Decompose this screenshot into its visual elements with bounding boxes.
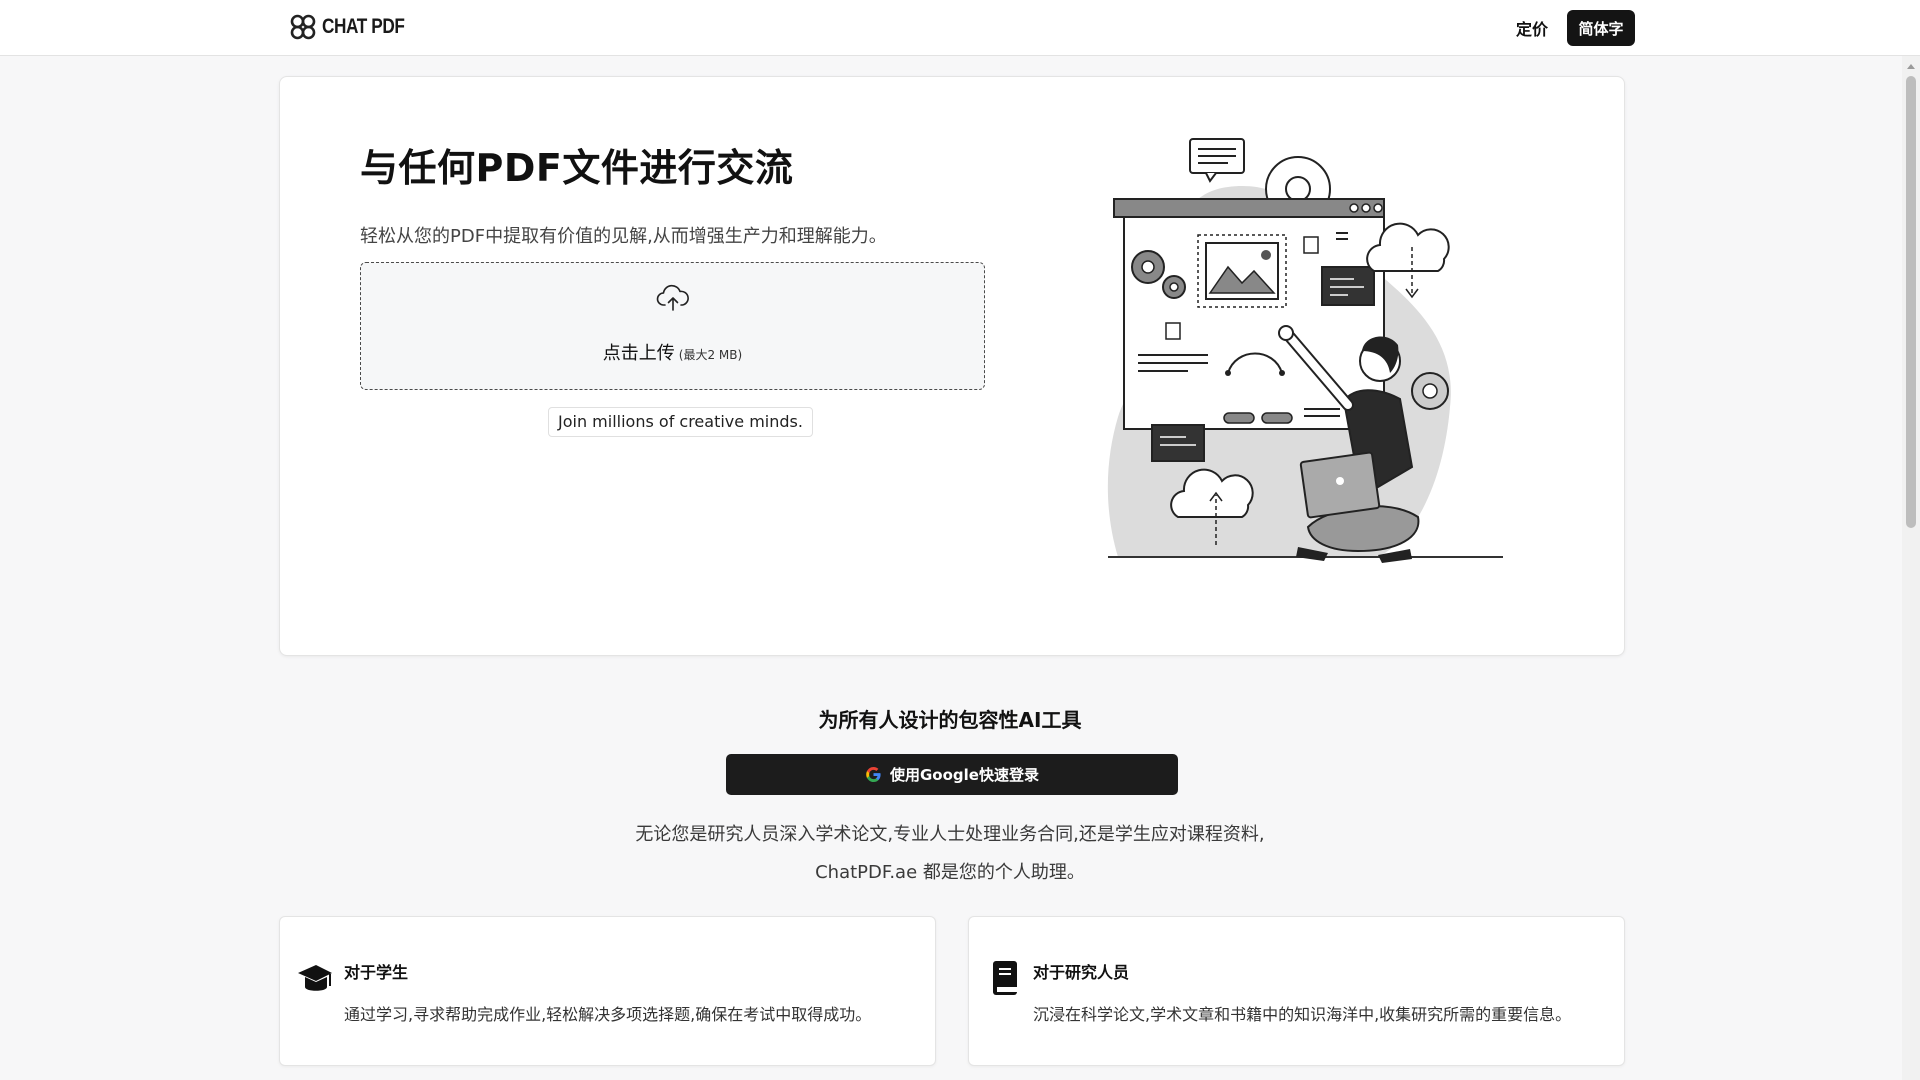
nav-pricing-link[interactable]: 定价 bbox=[1516, 16, 1548, 40]
scroll-up-arrow-icon[interactable] bbox=[1907, 64, 1915, 69]
top-navbar: CHAT PDF 定价 简体字 bbox=[0, 0, 1920, 56]
card-title: 对于研究人员 bbox=[1033, 963, 1130, 982]
language-button[interactable]: 简体字 bbox=[1567, 10, 1635, 46]
upload-label: 点击上传 (最大2 MB) bbox=[361, 339, 984, 365]
section-description-line2: ChatPDF.ae 都是您的个人助理。 bbox=[815, 862, 1085, 883]
section-title: 为所有人设计的包容性AI工具 bbox=[818, 708, 1082, 732]
logo-text: CHAT PDF bbox=[322, 15, 405, 38]
scroll-thumb[interactable] bbox=[1906, 76, 1916, 528]
hero-card: 与任何PDF文件进行交流 轻松从您的PDF中提取有价值的见解,从而增强生产力和理… bbox=[279, 76, 1625, 656]
cloud-upload-icon bbox=[656, 284, 689, 311]
hero-subtitle: 轻松从您的PDF中提取有价值的见解,从而增强生产力和理解能力。 bbox=[360, 226, 887, 247]
card-text: 沉浸在科学论文,学术文章和书籍中的知识海洋中,收集研究所需的重要信息。 bbox=[1033, 1005, 1572, 1024]
book-icon bbox=[993, 961, 1017, 995]
upload-limit-text: (最大2 MB) bbox=[678, 348, 743, 362]
logo[interactable]: CHAT PDF bbox=[290, 14, 423, 40]
section-description-line1: 无论您是研究人员深入学术论文,专业人士处理业务合同,还是学生应对课程资料, bbox=[635, 824, 1265, 845]
feature-card-students: 对于学生 通过学习,寻求帮助完成作业,轻松解决多项选择题,确保在考试中取得成功。 bbox=[279, 916, 936, 1066]
upload-dropzone[interactable]: 点击上传 (最大2 MB) bbox=[360, 262, 985, 390]
hero-title: 与任何PDF文件进行交流 bbox=[360, 146, 794, 190]
page-scrollbar[interactable] bbox=[1902, 56, 1920, 1080]
google-login-label: 使用Google快速登录 bbox=[890, 766, 1039, 784]
graduation-cap-icon bbox=[298, 965, 332, 991]
upload-label-text: 点击上传 bbox=[602, 343, 675, 364]
google-login-button[interactable]: 使用Google快速登录 bbox=[726, 754, 1178, 795]
hero-illustration bbox=[1107, 138, 1503, 563]
card-text: 通过学习,寻求帮助完成作业,轻松解决多项选择题,确保在考试中取得成功。 bbox=[344, 1005, 872, 1024]
card-title: 对于学生 bbox=[344, 963, 409, 982]
feature-card-researchers: 对于研究人员 沉浸在科学论文,学术文章和书籍中的知识海洋中,收集研究所需的重要信… bbox=[968, 916, 1625, 1066]
join-tagline: Join millions of creative minds. bbox=[548, 407, 813, 437]
logo-icon bbox=[290, 14, 316, 40]
google-icon bbox=[866, 766, 881, 783]
